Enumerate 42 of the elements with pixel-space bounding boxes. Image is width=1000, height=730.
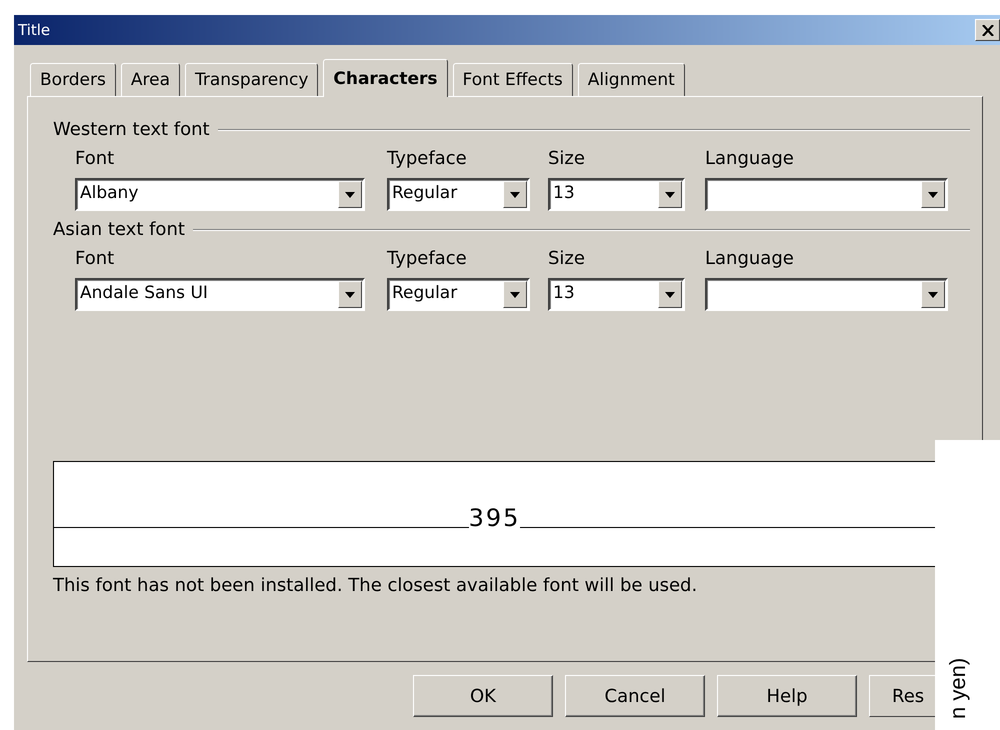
field-label: Size	[548, 248, 586, 269]
field-label: Font	[75, 148, 116, 169]
field-label: Language	[705, 248, 795, 269]
field-label: Font	[75, 248, 116, 269]
tab[interactable]: Alignment	[578, 63, 685, 96]
field-label: Typeface	[387, 148, 468, 169]
dropdown-arrow-icon	[345, 192, 355, 198]
dropdown[interactable]: Regular	[387, 178, 530, 211]
tab[interactable]: Borders	[30, 63, 116, 96]
dropdown[interactable]	[705, 178, 948, 211]
dropdown[interactable]: Regular	[387, 278, 530, 311]
dialog-button[interactable]: Res	[869, 675, 935, 717]
field-label: Size	[548, 148, 586, 169]
dropdown[interactable]: Albany	[75, 178, 365, 211]
dropdown-arrow-icon	[510, 192, 520, 198]
dropdown[interactable]: 13	[548, 178, 685, 211]
axis-label: n yen)	[945, 658, 971, 719]
dropdown-arrow-icon	[665, 192, 675, 198]
dialog-button[interactable]: OK	[413, 675, 553, 717]
dropdown[interactable]: 13	[548, 278, 685, 311]
window-title: Title	[18, 21, 50, 39]
dropdown-arrow-icon	[345, 292, 355, 298]
field-label: Typeface	[387, 248, 468, 269]
dropdown[interactable]: Andale Sans UI	[75, 278, 365, 311]
dropdown-arrow-icon	[665, 292, 675, 298]
dropdown-arrow-icon	[928, 292, 938, 298]
dialog-button[interactable]: Help	[717, 675, 857, 717]
tab[interactable]: Area	[120, 63, 180, 96]
tab[interactable]: Transparency	[184, 63, 318, 96]
dropdown[interactable]	[705, 278, 948, 311]
group-title: Asian text font	[53, 219, 185, 240]
font-warning: This font has not been installed. The closest available font will be used.	[53, 575, 698, 596]
tab[interactable]: Font Effects	[452, 63, 573, 96]
dropdown-arrow-icon	[510, 292, 520, 298]
close-button[interactable]	[975, 19, 1000, 41]
group-title: Western text font	[53, 119, 210, 140]
dialog-button[interactable]: Cancel	[565, 675, 705, 717]
field-label: Language	[705, 148, 795, 169]
preview-sample: 395	[468, 506, 520, 530]
close-icon	[982, 24, 994, 36]
dropdown-arrow-icon	[928, 192, 938, 198]
tab[interactable]: Characters	[323, 59, 448, 97]
